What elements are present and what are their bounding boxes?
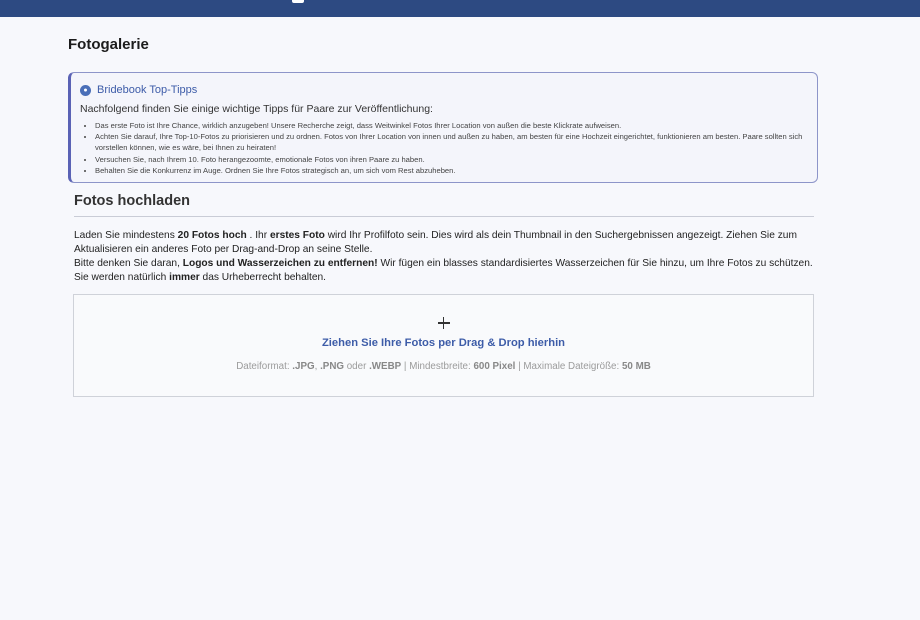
tips-box: ● Bridebook Top-Tipps Nachfolgend finden…	[68, 72, 818, 183]
tips-intro: Nachfolgend finden Sie einige wichtige T…	[80, 103, 433, 115]
upload-paragraph-1: Laden Sie mindestens 20 Fotos hoch . Ihr…	[74, 230, 797, 255]
page-title: Fotogalerie	[68, 36, 149, 53]
upload-paragraph-2: Bitte denken Sie daran, Logos und Wasser…	[74, 258, 813, 283]
always-emphasis: immer	[169, 272, 200, 283]
tips-title: Bridebook Top-Tipps	[97, 84, 198, 96]
first-photo-emphasis: erstes Foto	[269, 230, 325, 241]
tips-list: Das erste Foto ist Ihre Chance, wirklich…	[80, 120, 807, 176]
dropzone-label[interactable]: Ziehen Sie Ihre Fotos per Drag & Drop hi…	[74, 337, 813, 349]
photo-dropzone[interactable]: Ziehen Sie Ihre Fotos per Drag & Drop hi…	[73, 294, 814, 397]
min-photos-emphasis: 20 Fotos hoch	[177, 230, 247, 241]
section-divider	[74, 216, 814, 217]
tip-item: Das erste Foto ist Ihre Chance, wirklich…	[95, 120, 807, 131]
watermark-emphasis: Logos und Wasserzeichen zu entfernen!	[182, 258, 378, 269]
top-navigation-bar	[0, 0, 920, 17]
tip-item: Achten Sie darauf, Ihre Top-10-Fotos zu …	[95, 131, 807, 153]
tip-item: Versuchen Sie, nach Ihrem 10. Foto heran…	[95, 154, 807, 165]
tips-header: ● Bridebook Top-Tipps	[80, 82, 807, 98]
file-requirements: Dateiformat: .JPG, .PNG oder .WEBP | Min…	[236, 361, 651, 372]
upload-instructions: Laden Sie mindestens 20 Fotos hoch . Ihr…	[74, 229, 814, 285]
bridebook-logo-icon: ●	[80, 84, 91, 96]
plus-icon[interactable]	[438, 317, 450, 329]
upload-section-title: Fotos hochladen	[74, 193, 190, 209]
topbar-icon[interactable]	[292, 0, 304, 3]
tip-item: Behalten Sie die Konkurrenz im Auge. Ord…	[95, 165, 807, 176]
